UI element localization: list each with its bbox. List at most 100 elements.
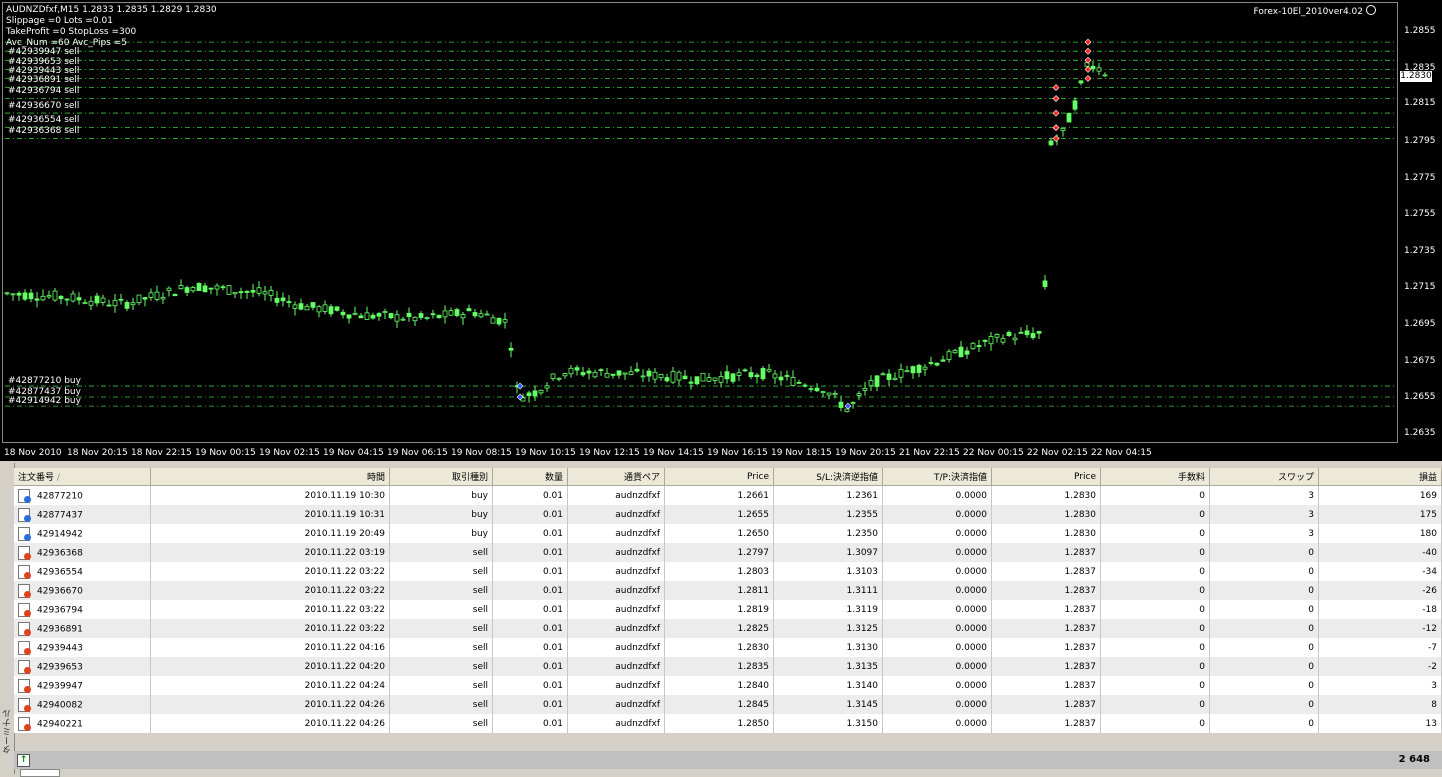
sell-order-icon: [18, 678, 31, 693]
table-cell: 0.0000: [882, 581, 992, 600]
table-cell: 1.3103: [773, 562, 883, 581]
column-header[interactable]: 通貨ペア: [567, 468, 665, 486]
column-header[interactable]: 取引種別: [389, 468, 493, 486]
candle-body: [712, 377, 718, 381]
table-cell: 1.2837: [991, 543, 1101, 562]
table-row[interactable]: 42936670 2010.11.22 03:22 sell 0.01 audnzdfx…: [14, 581, 1442, 600]
column-header[interactable]: Price: [664, 468, 774, 486]
table-row[interactable]: 42939947 2010.11.22 04:24 sell 0.01 audnzdfx…: [14, 676, 1442, 695]
candle-body: [52, 290, 58, 301]
table-row[interactable]: 42877210 2010.11.19 10:30 buy 0.01 audnzdfxf…: [14, 485, 1442, 505]
candle-body: [874, 375, 880, 387]
candle-body: [238, 291, 244, 294]
terminal-tab[interactable]: [20, 769, 60, 777]
table-cell: 42936794: [14, 600, 151, 619]
table-cell: 0: [1209, 676, 1319, 695]
column-header[interactable]: T/P:決済指値: [882, 468, 992, 486]
terminal-side-tab[interactable]: ターミナル: [0, 463, 15, 774]
candle-body: [232, 292, 238, 295]
trade-entry-marker: [1084, 65, 1092, 73]
candle-body: [382, 311, 388, 313]
total-row: ↑ 2 648: [14, 751, 1442, 769]
table-row[interactable]: 42936368 2010.11.22 03:19 sell 0.01 audnzdfx…: [14, 543, 1442, 562]
candle-body: [580, 372, 586, 376]
trade-entry-marker: [1084, 75, 1092, 82]
order-label: #42936368 sell: [8, 126, 80, 136]
table-cell: 42914942: [14, 524, 151, 543]
table-cell: 1.3119: [773, 600, 883, 619]
table-cell: buy: [389, 505, 493, 524]
column-header[interactable]: Price: [991, 468, 1101, 486]
candle-body: [592, 372, 598, 378]
x-tick-label: 19 Nov 08:15: [451, 448, 512, 458]
order-label: #42936794 sell: [8, 86, 80, 96]
candle-body: [268, 290, 274, 296]
table-row[interactable]: 42914942 2010.11.19 20:49 buy 0.01 audnzdfxf…: [14, 524, 1442, 543]
table-cell: 0: [1209, 619, 1319, 638]
candle-body: [64, 298, 70, 301]
table-row[interactable]: 42939653 2010.11.22 04:20 sell 0.01 audnzdfx…: [14, 657, 1442, 676]
table-row[interactable]: 42940082 2010.11.22 04:26 sell 0.01 audnzdfx…: [14, 695, 1442, 714]
candle-body: [70, 293, 76, 302]
table-cell: sell: [389, 562, 493, 581]
table-cell: 2010.11.22 03:22: [150, 562, 390, 581]
chart-plot-area[interactable]: [2, 2, 1398, 443]
candle-body: [1096, 67, 1102, 72]
table-cell: 1.2355: [773, 505, 883, 524]
candle-body: [1078, 80, 1084, 84]
table-row[interactable]: 42936891 2010.11.22 03:22 sell 0.01 audnzdfx…: [14, 619, 1442, 638]
candle-body: [406, 312, 412, 317]
table-row[interactable]: 42939443 2010.11.22 04:16 sell 0.01 audnzdfx…: [14, 638, 1442, 657]
candle-body: [574, 367, 580, 371]
column-header[interactable]: 注文番号 /: [14, 468, 151, 486]
column-header[interactable]: 損益: [1318, 468, 1442, 486]
table-cell: 175: [1318, 505, 1442, 524]
candle-body: [1024, 330, 1030, 336]
table-cell: 1.2819: [664, 600, 774, 619]
table-row[interactable]: 42936554 2010.11.22 03:22 sell 0.01 audnzdfx…: [14, 562, 1442, 581]
buy-order-icon: [18, 507, 31, 522]
candle-body: [952, 349, 958, 354]
table-cell: 1.2835: [664, 657, 774, 676]
table-cell: 0: [1209, 600, 1319, 619]
candle-body: [646, 370, 652, 377]
table-cell: 0.0000: [882, 600, 992, 619]
buy-order-icon: [18, 488, 31, 503]
table-cell: 42936891: [14, 619, 151, 638]
candle-body: [88, 300, 94, 306]
table-cell: 0: [1100, 695, 1210, 714]
trade-entry-marker: [1052, 135, 1060, 142]
table-cell: 42936670: [14, 581, 151, 600]
table-cell: 1.2837: [991, 657, 1101, 676]
candle-body: [370, 314, 376, 319]
table-cell: 1.2837: [991, 619, 1101, 638]
column-header[interactable]: S/L:決済逆指値: [773, 468, 883, 486]
y-tick-label: 1.2855: [1404, 26, 1436, 36]
candle-body: [376, 313, 382, 317]
table-row[interactable]: 42940221 2010.11.22 04:26 sell 0.01 audnzdfx…: [14, 714, 1442, 733]
column-header[interactable]: 数量: [492, 468, 568, 486]
column-header[interactable]: 時間: [150, 468, 390, 486]
order-label: #42936554 sell: [8, 115, 80, 125]
candle-body: [898, 368, 904, 378]
table-row[interactable]: 42936794 2010.11.22 03:22 sell 0.01 audnzdfx…: [14, 600, 1442, 619]
symbol-info: AUDNZDfxf,M15 1.2833 1.2835 1.2829 1.283…: [6, 5, 217, 15]
sell-order-icon: [18, 564, 31, 579]
table-header-row: 注文番号 / 時間 取引種別 数量 通貨ペア Price S/L:決済逆指値 T…: [14, 468, 1442, 486]
candle-body: [658, 374, 664, 379]
table-cell: 8: [1318, 695, 1442, 714]
table-cell: 1.2837: [991, 695, 1101, 714]
candle-body: [1048, 140, 1054, 146]
candle-body: [826, 392, 832, 396]
table-cell: 42877437: [14, 505, 151, 524]
table-cell: 2010.11.22 03:22: [150, 619, 390, 638]
column-header[interactable]: スワップ: [1209, 468, 1319, 486]
table-cell: audnzdfxf: [567, 562, 665, 581]
table-cell: 42877210: [14, 485, 151, 505]
chart-window[interactable]: AUDNZDfxf,M15 1.2833 1.2835 1.2829 1.283…: [0, 0, 1442, 461]
table-row[interactable]: 42877437 2010.11.19 10:31 buy 0.01 audnzdfxf…: [14, 505, 1442, 524]
up-arrow-icon[interactable]: ↑: [17, 754, 30, 767]
column-header[interactable]: 手数料: [1100, 468, 1210, 486]
x-tick-label: 19 Nov 00:15: [195, 448, 256, 458]
table-cell: 0.0000: [882, 714, 992, 733]
